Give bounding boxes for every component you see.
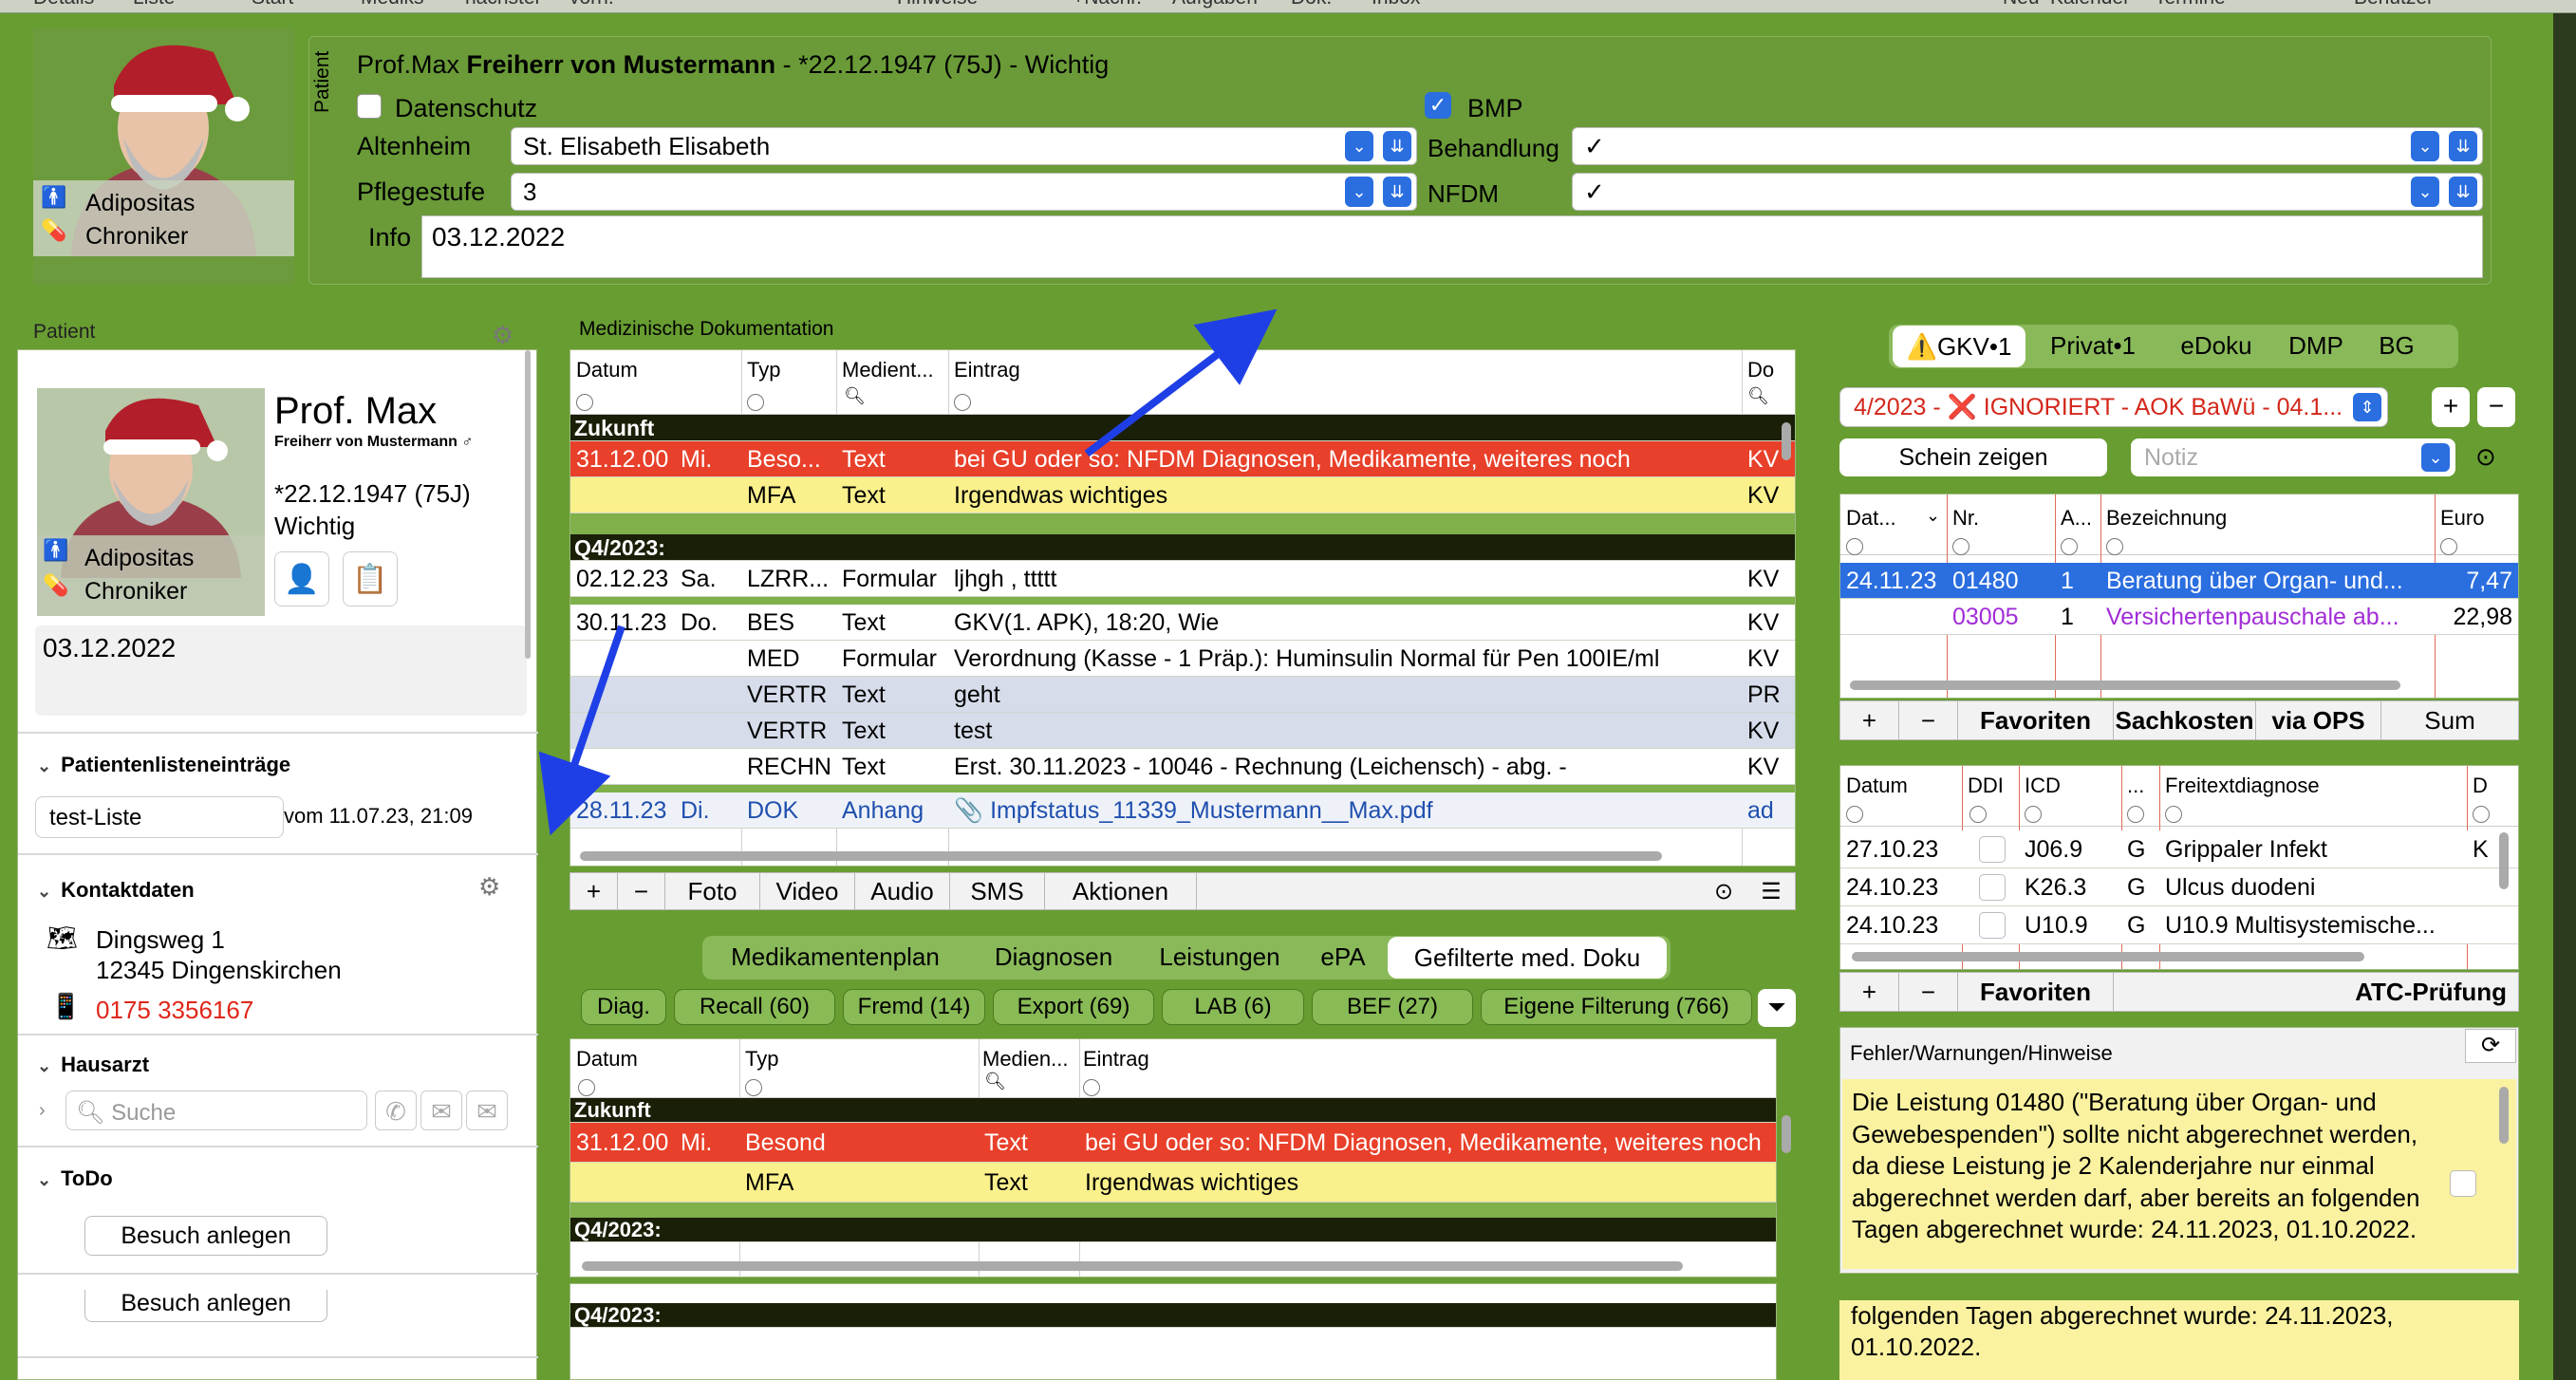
arrow-down-left — [538, 625, 625, 836]
annotation-arrows — [538, 308, 1278, 836]
arrow-up-right — [1084, 308, 1278, 457]
